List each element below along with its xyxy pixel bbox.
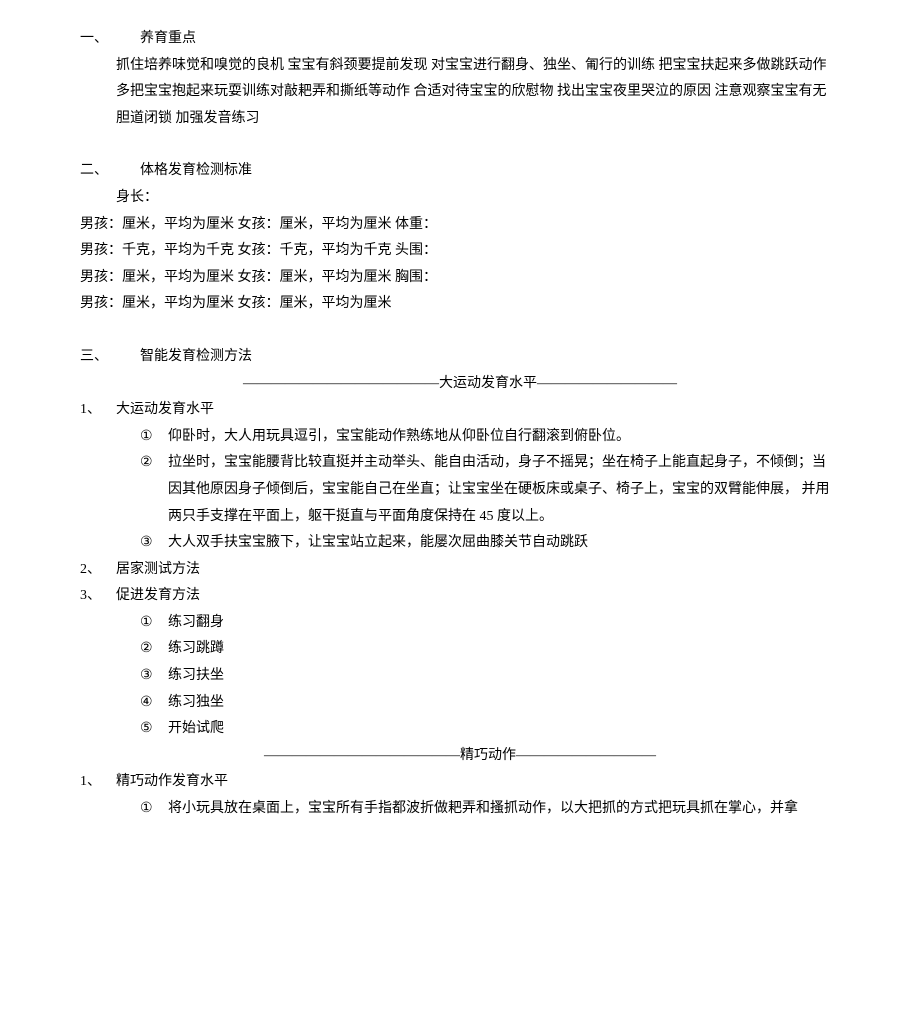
list-number: 3、 xyxy=(80,583,116,610)
subsection-2: 2、 居家测试方法 xyxy=(80,557,840,584)
body-measure-line: 男孩：厘米，平均为厘米 女孩：厘米，平均为厘米 体重： xyxy=(80,212,840,239)
list-item-text: 拉坐时，宝宝能腰背比较直挺并主动举头、能自由活动，身子不摇晃；坐在椅子上能直起身… xyxy=(168,450,840,530)
circle-number-icon: ② xyxy=(140,450,168,530)
list-item-text: 将小玩具放在桌面上，宝宝所有手指都波折做耙弄和搔抓动作，以大把抓的方式把玩具抓在… xyxy=(168,796,840,823)
section-3-header: 三、 智能发育检测方法 xyxy=(80,344,840,371)
subsection-1: 1、 大运动发育水平 xyxy=(80,397,840,424)
body-measure-line: 男孩：厘米，平均为厘米 女孩：厘米，平均为厘米 胸围： xyxy=(80,265,840,292)
list-item: ② 练习跳蹲 xyxy=(80,636,840,663)
circle-number-icon: ① xyxy=(140,424,168,451)
list-item-text: 练习扶坐 xyxy=(168,663,840,690)
circle-number-icon: ③ xyxy=(140,530,168,557)
list-item: ④ 练习独坐 xyxy=(80,690,840,717)
list-item: ③ 大人双手扶宝宝腋下，让宝宝站立起来，能屡次屈曲膝关节自动跳跃 xyxy=(80,530,840,557)
list-item: ⑤ 开始试爬 xyxy=(80,716,840,743)
circle-number-icon: ③ xyxy=(140,663,168,690)
section-title: 体格发育检测标准 xyxy=(140,158,252,185)
list-title: 促进发育方法 xyxy=(116,583,200,610)
section-2-header: 二、 体格发育检测标准 xyxy=(80,158,840,185)
list-title: 居家测试方法 xyxy=(116,557,200,584)
list-number: 1、 xyxy=(80,397,116,424)
list-item-text: 练习跳蹲 xyxy=(168,636,840,663)
list-number: 2、 xyxy=(80,557,116,584)
section-1-header: 一、 养育重点 xyxy=(80,26,840,53)
body-measure-line: 男孩：厘米，平均为厘米 女孩：厘米，平均为厘米 xyxy=(80,291,840,318)
list-item-text: 练习独坐 xyxy=(168,690,840,717)
subsection-fine-1: 1、 精巧动作发育水平 xyxy=(80,769,840,796)
section-title: 智能发育检测方法 xyxy=(140,344,252,371)
divider-gross-motor: ——————————————大运动发育水平—————————— xyxy=(80,371,840,398)
list-item: ③ 练习扶坐 xyxy=(80,663,840,690)
list-item: ② 拉坐时，宝宝能腰背比较直挺并主动举头、能自由活动，身子不摇晃；坐在椅子上能直… xyxy=(80,450,840,530)
circle-number-icon: ⑤ xyxy=(140,716,168,743)
list-title: 大运动发育水平 xyxy=(116,397,214,424)
subsection-3: 3、 促进发育方法 xyxy=(80,583,840,610)
circle-number-icon: ② xyxy=(140,636,168,663)
list-item-text: 开始试爬 xyxy=(168,716,840,743)
section-1-body: 抓住培养味觉和嗅觉的良机 宝宝有斜颈要提前发现 对宝宝进行翻身、独坐、匍行的训练… xyxy=(80,53,840,133)
section-2-sub: 身长： xyxy=(80,185,840,212)
section-title: 养育重点 xyxy=(140,26,196,53)
circle-number-icon: ④ xyxy=(140,690,168,717)
section-number: 三、 xyxy=(80,344,140,371)
list-number: 1、 xyxy=(80,769,116,796)
body-measure-line: 男孩：千克，平均为千克 女孩：千克，平均为千克 头围： xyxy=(80,238,840,265)
section-number: 一、 xyxy=(80,26,140,53)
list-item: ① 将小玩具放在桌面上，宝宝所有手指都波折做耙弄和搔抓动作，以大把抓的方式把玩具… xyxy=(80,796,840,823)
divider-fine-motor: ——————————————精巧动作—————————— xyxy=(80,743,840,770)
circle-number-icon: ① xyxy=(140,610,168,637)
list-item-text: 仰卧时，大人用玩具逗引，宝宝能动作熟练地从仰卧位自行翻滚到俯卧位。 xyxy=(168,424,840,451)
list-item: ① 仰卧时，大人用玩具逗引，宝宝能动作熟练地从仰卧位自行翻滚到俯卧位。 xyxy=(80,424,840,451)
list-item: ① 练习翻身 xyxy=(80,610,840,637)
list-item-text: 大人双手扶宝宝腋下，让宝宝站立起来，能屡次屈曲膝关节自动跳跃 xyxy=(168,530,840,557)
section-number: 二、 xyxy=(80,158,140,185)
list-item-text: 练习翻身 xyxy=(168,610,840,637)
circle-number-icon: ① xyxy=(140,796,168,823)
list-title: 精巧动作发育水平 xyxy=(116,769,228,796)
